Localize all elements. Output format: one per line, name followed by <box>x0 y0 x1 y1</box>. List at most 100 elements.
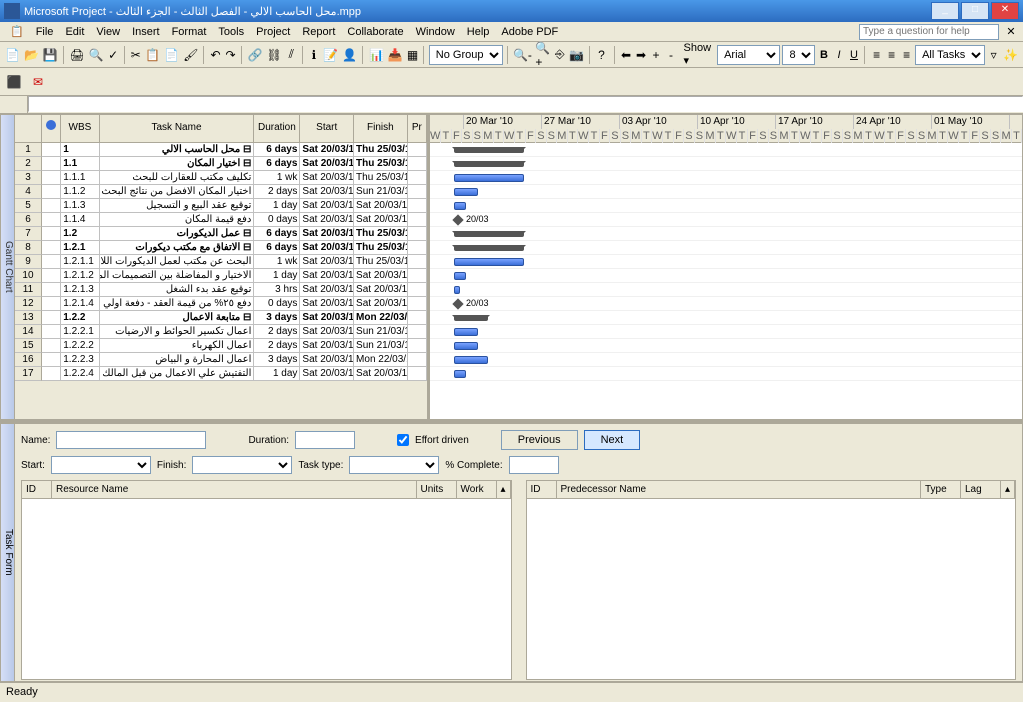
hidesubtasks-icon[interactable]: - <box>665 45 678 65</box>
align-right-icon[interactable]: ≡ <box>900 45 913 65</box>
wbs-cell[interactable]: 1.2.2.3 <box>61 353 99 367</box>
table-row[interactable]: 61.1.4دفع قيمة المكان0 daysSat 20/03/10S… <box>15 213 427 227</box>
show-label[interactable]: Show ▾ <box>680 42 716 67</box>
mdi-close-button[interactable]: ✕ <box>1003 25 1019 38</box>
duration-cell[interactable]: 6 days <box>254 241 300 255</box>
pred-cell[interactable] <box>408 339 427 353</box>
menu-format[interactable]: Format <box>166 24 213 40</box>
start-cell[interactable]: Sat 20/03/10 <box>300 199 354 213</box>
menu-view[interactable]: View <box>90 24 126 40</box>
finish-cell[interactable]: Thu 25/03/10 <box>354 143 408 157</box>
cell-editor-input[interactable] <box>28 96 1023 112</box>
pred-cell[interactable] <box>408 143 427 157</box>
complete-input[interactable] <box>509 456 559 474</box>
goto-icon[interactable]: ⎆ <box>553 45 566 65</box>
publish-icon[interactable]: 📊 <box>368 45 385 65</box>
maximize-button[interactable]: □ <box>961 2 989 20</box>
underline-icon[interactable]: U <box>847 45 860 65</box>
finish-cell[interactable]: Thu 25/03/10 <box>354 227 408 241</box>
taskname-cell[interactable]: التفتيش علي الاعمال من قبل المالك <box>100 367 255 381</box>
summary-bar[interactable] <box>454 161 524 167</box>
task-bar[interactable] <box>454 188 478 196</box>
res-col-id[interactable]: ID <box>22 481 52 498</box>
align-center-icon[interactable]: ≡ <box>885 45 898 65</box>
row-number[interactable]: 9 <box>15 255 42 269</box>
group-combo[interactable]: No Group <box>429 45 503 65</box>
menu-report[interactable]: Report <box>296 24 341 40</box>
start-cell[interactable]: Sat 20/03/10 <box>300 353 354 367</box>
start-cell[interactable]: Sat 20/03/10 <box>300 213 354 227</box>
wbs-cell[interactable]: 1.1.2 <box>61 185 99 199</box>
taskname-cell[interactable]: اعمال المحارة و البياض <box>100 353 255 367</box>
zoom-out-icon[interactable]: 🔍- <box>512 45 532 65</box>
table-row[interactable]: 151.2.2.2اعمال الكهرباء2 daysSat 20/03/1… <box>15 339 427 353</box>
assign-icon[interactable]: 👤 <box>341 45 358 65</box>
duration-cell[interactable]: 0 days <box>254 213 300 227</box>
wbs-cell[interactable]: 1.2.2.2 <box>61 339 99 353</box>
finish-cell[interactable]: Sat 20/03/10 <box>354 297 408 311</box>
wbs-cell[interactable]: 1.1.3 <box>61 199 99 213</box>
help-search-input[interactable] <box>859 24 999 40</box>
wizard-icon[interactable]: ✨ <box>1002 45 1019 65</box>
save-icon[interactable]: 💾 <box>42 45 59 65</box>
start-cell[interactable]: Sat 20/03/10 <box>300 227 354 241</box>
task-bar[interactable] <box>454 202 466 210</box>
table-row[interactable]: 31.1.1تكليف مكتب للعقارات للبحث1 wkSat 2… <box>15 171 427 185</box>
row-number[interactable]: 16 <box>15 353 42 367</box>
finish-cell[interactable]: Sun 21/03/10 <box>354 339 408 353</box>
taskname-cell[interactable]: دفع ٢٥% من قيمة العقد - دفعة اولي <box>100 297 255 311</box>
pred-col-type[interactable]: Type <box>921 481 961 498</box>
redo-icon[interactable]: ↷ <box>224 45 237 65</box>
duration-cell[interactable]: 6 days <box>254 157 300 171</box>
duration-cell[interactable]: 3 days <box>254 353 300 367</box>
menu-help[interactable]: Help <box>461 24 496 40</box>
pred-cell[interactable] <box>408 213 427 227</box>
wbs-cell[interactable]: 1.1 <box>61 157 99 171</box>
start-cell[interactable]: Sat 20/03/10 <box>300 255 354 269</box>
showsubtasks-icon[interactable]: + <box>650 45 663 65</box>
row-number[interactable]: 3 <box>15 171 42 185</box>
finish-cell[interactable]: Sat 20/03/10 <box>354 199 408 213</box>
table-row[interactable]: 71.2⊟ عمل الديكورات6 daysSat 20/03/10Thu… <box>15 227 427 241</box>
start-cell[interactable]: Sat 20/03/10 <box>300 339 354 353</box>
finish-cell[interactable]: Sun 21/03/10 <box>354 185 408 199</box>
menu-project[interactable]: Project <box>250 24 296 40</box>
new-icon[interactable]: 📄 <box>4 45 21 65</box>
format-painter-icon[interactable]: 🖌 <box>182 45 199 65</box>
pred-cell[interactable] <box>408 311 427 325</box>
summary-bar[interactable] <box>454 231 524 237</box>
start-cell[interactable]: Sat 20/03/10 <box>300 311 354 325</box>
import-icon[interactable]: 📥 <box>387 45 404 65</box>
taskname-cell[interactable]: ⊟ الاتفاق مع مكتب ديكورات <box>100 241 255 255</box>
finish-cell[interactable]: Mon 22/03/10 <box>354 353 408 367</box>
duration-cell[interactable]: 1 day <box>254 367 300 381</box>
side-tab-gantt[interactable]: Gantt Chart <box>1 115 15 419</box>
menu-adobe[interactable]: Adobe PDF <box>495 24 564 40</box>
finish-cell[interactable]: Thu 25/03/10 <box>354 241 408 255</box>
row-number[interactable]: 10 <box>15 269 42 283</box>
notes-icon[interactable]: 📝 <box>322 45 339 65</box>
undo-icon[interactable]: ↶ <box>209 45 222 65</box>
col-finish[interactable]: Finish <box>354 115 408 143</box>
table-row[interactable]: 41.1.2اختيار المكان الافضل من نتائج البح… <box>15 185 427 199</box>
start-cell[interactable]: Sat 20/03/10 <box>300 241 354 255</box>
summary-bar[interactable] <box>454 315 488 321</box>
row-number[interactable]: 13 <box>15 311 42 325</box>
wbs-cell[interactable]: 1.2.1.2 <box>61 269 99 283</box>
pred-cell[interactable] <box>408 297 427 311</box>
row-number[interactable]: 4 <box>15 185 42 199</box>
pred-scroll-up-icon[interactable]: ▴ <box>1001 481 1015 498</box>
task-bar[interactable] <box>454 286 460 294</box>
row-number[interactable]: 5 <box>15 199 42 213</box>
table-row[interactable]: 111.2.1.3توقيع عقد بدء الشغل3 hrsSat 20/… <box>15 283 427 297</box>
duration-cell[interactable]: 2 days <box>254 339 300 353</box>
start-cell[interactable]: Sat 20/03/10 <box>300 283 354 297</box>
task-bar[interactable] <box>454 328 478 336</box>
col-start[interactable]: Start <box>300 115 354 143</box>
col-indicator[interactable] <box>42 115 61 143</box>
wbs-cell[interactable]: 1.1.1 <box>61 171 99 185</box>
duration-cell[interactable]: 0 days <box>254 297 300 311</box>
taskname-cell[interactable]: اعمال الكهرباء <box>100 339 255 353</box>
split-icon[interactable]: ⫽ <box>285 45 298 65</box>
task-bar[interactable] <box>454 174 524 182</box>
